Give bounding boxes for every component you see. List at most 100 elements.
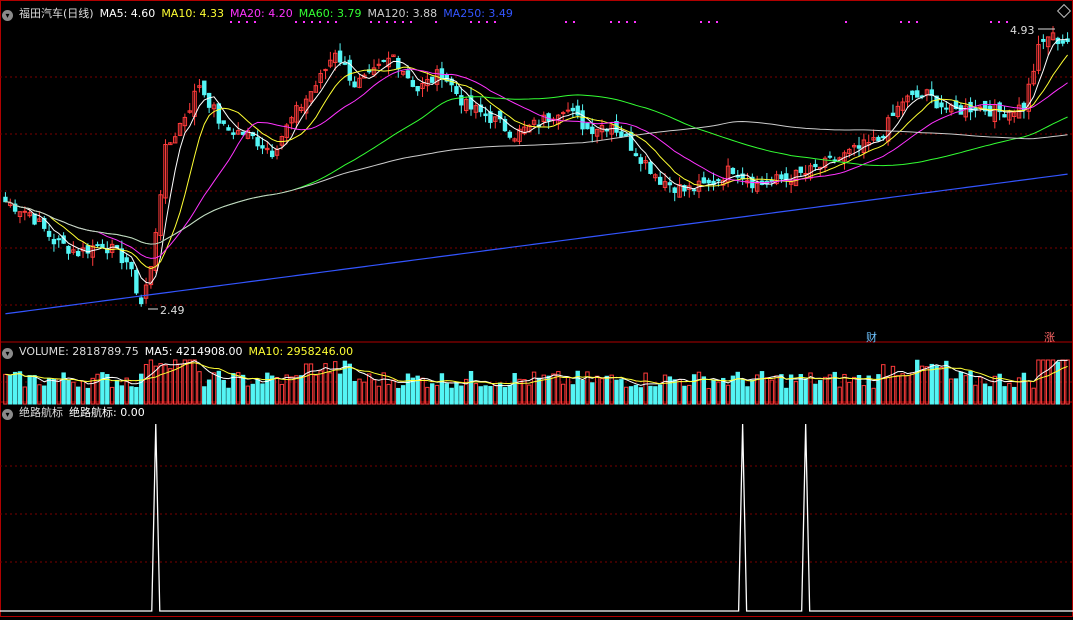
candle-down <box>221 120 226 124</box>
financial-report-marker[interactable]: 财 <box>866 329 877 345</box>
volume-bar-down <box>546 375 551 405</box>
ma60-line <box>5 94 1068 245</box>
volume-bar-down <box>66 379 71 405</box>
candle-down <box>590 126 595 135</box>
chart-stage[interactable]: ▾ 福田汽车(日线) MA5: 4.60 MA10: 4.33 MA20: 4.20 MA… <box>0 0 1073 617</box>
volume-bar-up <box>851 376 857 405</box>
candle-down <box>231 132 236 135</box>
candle-down <box>570 107 576 112</box>
volume-bar-up <box>769 379 774 405</box>
candle-down <box>51 238 57 245</box>
volume-bar-down <box>648 385 653 405</box>
ma250-line <box>5 173 1068 315</box>
volume-bar-up <box>279 383 285 405</box>
volume-bar-down <box>240 374 246 405</box>
settings-circle-icon[interactable]: ▾ <box>2 10 13 21</box>
volume-bar-down <box>982 383 988 405</box>
volume-bar-up <box>687 384 692 405</box>
candle-down <box>939 102 944 108</box>
volume-bar-down <box>604 375 610 405</box>
volume-bar-up <box>978 376 983 405</box>
volume-bar-up <box>318 370 323 405</box>
volume-bar-up <box>1036 359 1041 405</box>
high-price-label: 4.93 <box>1010 24 1035 37</box>
candle-down <box>507 131 513 138</box>
volume-bar-down <box>580 379 585 405</box>
candle-down <box>944 107 949 110</box>
settings-circle-icon[interactable]: ▾ <box>2 409 13 420</box>
volume-bar-up <box>594 375 600 405</box>
signal-dot <box>990 21 992 23</box>
volume-bar-up <box>924 366 930 405</box>
settings-circle-icon[interactable]: ▾ <box>2 348 13 359</box>
volume-bar-up <box>890 365 896 405</box>
volume-bar-down <box>260 383 265 405</box>
candle-down <box>46 230 52 237</box>
ma250-label: MA250: 3.49 <box>443 7 513 20</box>
volume-bar-down <box>250 383 255 405</box>
candle-down <box>633 153 639 157</box>
volume-bar-down <box>953 378 959 405</box>
volume-bar-up <box>376 385 382 405</box>
volume-bar-down <box>633 384 639 405</box>
volume-bar-up <box>328 372 333 405</box>
candle-down <box>604 129 610 132</box>
volume-bar-up <box>333 361 338 405</box>
volume-bar-up <box>245 385 251 405</box>
candle-down <box>396 57 401 70</box>
candle-down <box>3 196 8 203</box>
signal-dot <box>626 21 628 23</box>
volume-bar-up <box>80 380 86 405</box>
volume-bar-up <box>900 373 905 405</box>
candle-down <box>216 103 222 124</box>
candle-down <box>619 131 624 138</box>
main-panel-header: ▾ 福田汽车(日线) MA5: 4.60 MA10: 4.33 MA20: 4.20 MA… <box>2 6 519 22</box>
volume-bar-down <box>721 377 726 405</box>
volume-bar-up <box>963 375 968 405</box>
candle-down <box>381 59 386 62</box>
volume-bar-up <box>696 371 702 405</box>
candle-down <box>585 123 590 130</box>
candle-down <box>352 81 357 88</box>
volume-bar-up <box>37 384 42 405</box>
low-price-label: 2.49 <box>160 304 185 317</box>
volume-bar-down <box>299 375 304 405</box>
volume-bar-up <box>910 372 915 405</box>
volume-bar-down <box>347 363 352 405</box>
signal-dot <box>634 21 636 23</box>
ma60-label: MA60: 3.79 <box>298 7 362 20</box>
volume-bar-down <box>1055 361 1061 405</box>
volume-bar-down <box>915 359 920 405</box>
candle-down <box>95 244 100 247</box>
volume-bar-down <box>134 386 139 405</box>
signal-dot <box>998 21 1000 23</box>
ma5-label: MA5: 4.60 <box>99 7 156 20</box>
volume-bar-down <box>42 385 47 405</box>
volume-bar-down <box>628 386 634 405</box>
volume-bar-down <box>667 376 673 405</box>
volume-bar-up <box>793 380 799 405</box>
limit-up-marker[interactable]: 涨 <box>1044 329 1055 345</box>
volume-bar-down <box>459 385 464 405</box>
signal-dot <box>716 21 718 23</box>
candle-down <box>206 92 212 108</box>
volume-bar-down <box>512 373 517 405</box>
candle-down <box>779 174 784 180</box>
volume-bar-down <box>75 386 81 405</box>
volume-bar-up <box>434 384 440 405</box>
volume-bar-up <box>313 374 319 405</box>
volume-bar-down <box>1002 386 1007 405</box>
volume-bar-up <box>992 375 998 405</box>
candle-down <box>410 80 416 87</box>
volume-bar-up <box>919 365 925 405</box>
volume-bar-down <box>17 371 23 405</box>
volume-bar-down <box>139 373 144 405</box>
volume-bar-down <box>488 386 493 405</box>
volume-bar-down <box>934 365 939 405</box>
signal-dot <box>845 21 847 23</box>
volume-label: VOLUME: 2818789.75 <box>19 345 139 358</box>
candle-down <box>255 137 260 147</box>
volume-bar-up <box>939 367 944 405</box>
candle-down <box>1041 38 1046 42</box>
volume-bar-down <box>32 375 37 405</box>
